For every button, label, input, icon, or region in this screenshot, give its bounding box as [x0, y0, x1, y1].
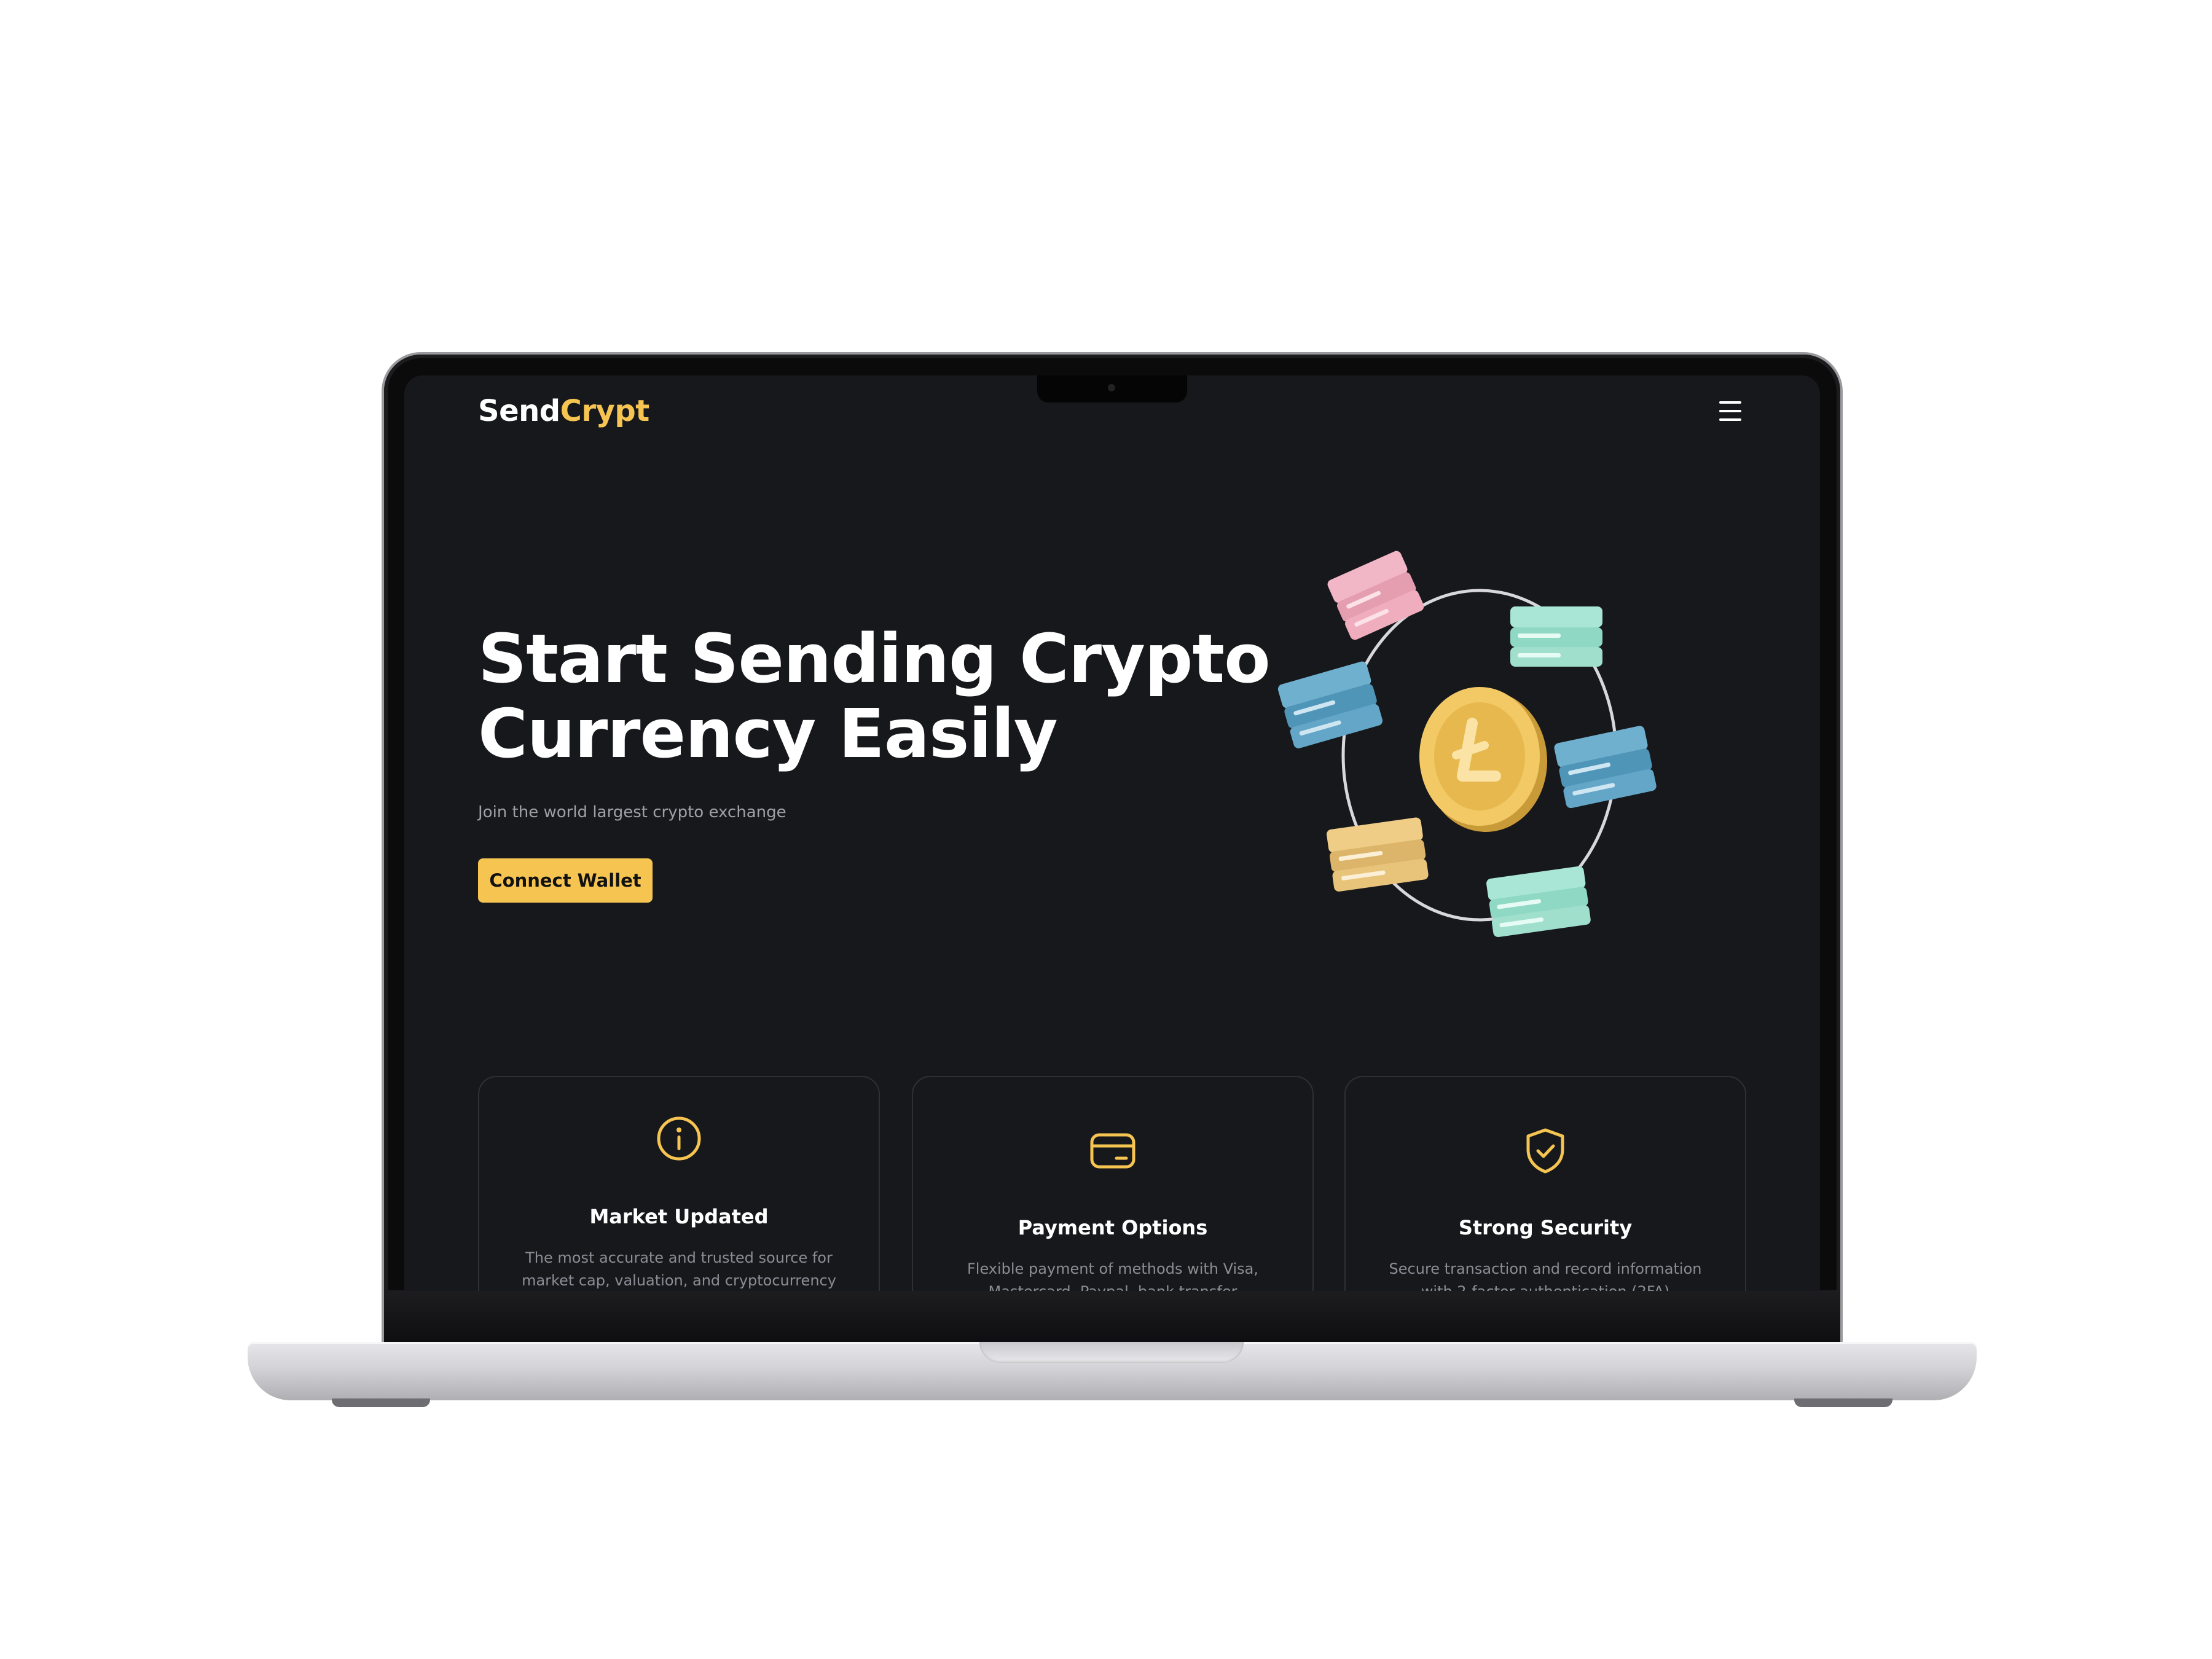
hero-subtitle: Join the world largest crypto exchange — [478, 803, 786, 822]
camera-icon — [1108, 384, 1115, 391]
brand-name-part1: Send — [478, 394, 560, 428]
info-icon — [657, 1116, 701, 1161]
feature-card-payment-options: Payment Options Flexible payment of meth… — [912, 1076, 1314, 1291]
shield-check-icon — [1526, 1128, 1564, 1174]
feature-description: The most accurate and trusted source for… — [522, 1249, 836, 1289]
server-block-icon — [1327, 551, 1424, 640]
hero-title-line2: Currency Easily — [478, 694, 1058, 773]
laptop-hinge-notch — [979, 1342, 1244, 1363]
brand-logo[interactable]: SendCrypt — [478, 394, 649, 428]
feature-description: Flexible payment of methods with Visa, M… — [967, 1260, 1259, 1291]
feature-description: Secure transaction and record informatio… — [1389, 1260, 1702, 1291]
server-block-icon — [1554, 726, 1657, 809]
feature-title: Strong Security — [1458, 1216, 1633, 1239]
brand-name-part2: Crypt — [560, 394, 650, 428]
connect-wallet-button[interactable]: Connect Wallet — [478, 858, 653, 903]
server-block-icon — [1486, 866, 1591, 938]
feature-title: Payment Options — [1018, 1216, 1208, 1239]
litecoin-network-illustration — [1277, 551, 1657, 938]
hero-title: Start Sending Crypto Currency Easily — [478, 621, 1277, 771]
hamburger-menu-icon[interactable] — [1719, 401, 1744, 423]
feature-card-strong-security: Strong Security Secure transaction and r… — [1344, 1076, 1746, 1291]
laptop-chin — [384, 1290, 1840, 1344]
server-block-icon — [1327, 817, 1429, 892]
server-block-icon — [1277, 661, 1383, 748]
laptop-foot-right — [1794, 1398, 1892, 1407]
server-block-icon — [1510, 606, 1602, 667]
laptop-foot-left — [332, 1398, 430, 1407]
feature-title: Market Updated — [589, 1205, 769, 1228]
feature-card-market-updated: Market Updated The most accurate and tru… — [478, 1076, 880, 1291]
laptop-screen: SendCrypt Start Sending Crypto Currency … — [404, 375, 1820, 1291]
litecoin-coin-icon — [1419, 687, 1547, 832]
credit-card-icon — [1090, 1133, 1135, 1169]
hero-title-line1: Start Sending Crypto — [478, 619, 1271, 698]
